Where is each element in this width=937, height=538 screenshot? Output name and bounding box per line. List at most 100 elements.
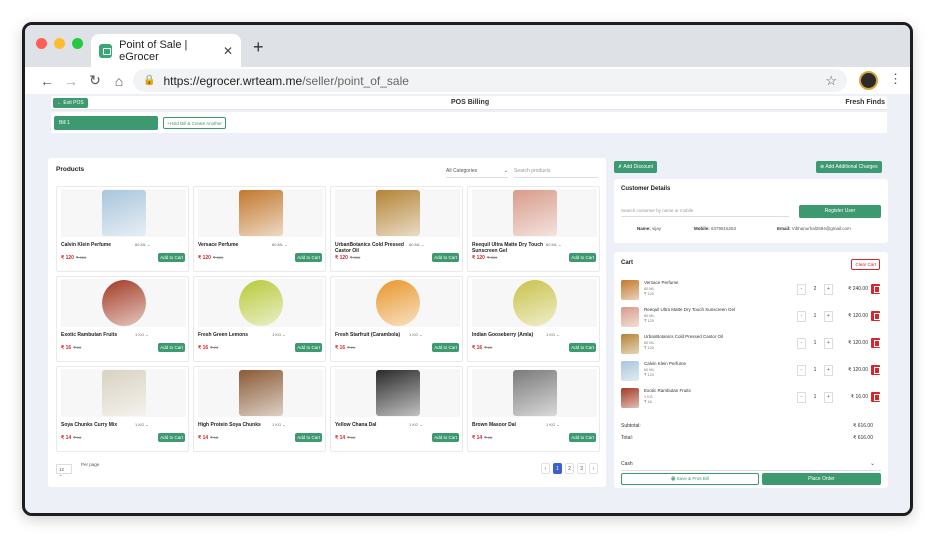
save-print-bill-button[interactable]: 🖶 Save & Print Bill: [621, 473, 759, 485]
product-card[interactable]: Indian Gooseberry (Amla) 1 KG ⌄ ₹ 16 ₹ 20 Ad…: [467, 276, 600, 362]
product-qty-select[interactable]: 1 KG ⌄: [546, 422, 560, 427]
kebab-menu-icon[interactable]: ⋮: [889, 71, 902, 87]
product-card[interactable]: Soya Chunks Curry Mix 1 KG ⌄ ₹ 14 ₹ 18 Add t…: [56, 366, 189, 452]
browser-tab[interactable]: Point of Sale | eGrocer ✕: [91, 34, 241, 67]
product-card[interactable]: Brown Masoor Dal 1 KG ⌄ ₹ 14 ₹ 18 Add to Car…: [467, 366, 600, 452]
trash-icon[interactable]: [871, 284, 880, 294]
product-name: Fresh Starfruit (Carambola): [335, 332, 401, 338]
page-button[interactable]: 3: [577, 463, 586, 474]
product-card[interactable]: Calvin Klein Perfume 60 ML ⌄ ₹ 120 ₹ 300 Add…: [56, 186, 189, 272]
product-card[interactable]: Reequil Ultra Matte Dry Touch Sunscreen …: [467, 186, 600, 272]
product-qty-select[interactable]: 1 KG ⌄: [272, 332, 286, 337]
product-card[interactable]: Fresh Green Lemons 1 KG ⌄ ₹ 16 ₹ 20 Add to C…: [193, 276, 326, 362]
product-qty-select[interactable]: 60 ML ⌄: [135, 242, 150, 247]
product-price: ₹ 14 ₹ 18: [61, 435, 81, 441]
decrease-qty-button[interactable]: -: [797, 284, 806, 295]
cart-item-quantity[interactable]: 1: [811, 340, 819, 346]
reload-icon[interactable]: ↻: [83, 72, 107, 89]
product-image: [198, 369, 323, 417]
cart-item-quantity[interactable]: 1: [811, 367, 819, 373]
product-price-value: ₹ 16: [335, 345, 346, 351]
bill-tab[interactable]: Bill 1: [54, 115, 158, 130]
decrease-qty-button[interactable]: -: [797, 338, 806, 349]
add-to-cart-button[interactable]: Add to Cart: [295, 433, 322, 442]
forward-arrow-icon[interactable]: →: [59, 73, 83, 89]
payment-method-select[interactable]: Cash ⌄: [621, 459, 881, 471]
product-qty-select[interactable]: 60 ML ⌄: [272, 242, 287, 247]
add-to-cart-button[interactable]: Add to Cart: [432, 343, 459, 352]
product-qty-select[interactable]: 1 KG ⌄: [135, 422, 149, 427]
product-card[interactable]: High Protein Soya Chunks 1 KG ⌄ ₹ 14 ₹ 18 Ad…: [193, 366, 326, 452]
hold-bill-button[interactable]: +Hold Bill & Create Another: [163, 116, 226, 129]
product-qty-select[interactable]: 1 KG ⌄: [135, 332, 149, 337]
tab-close-icon[interactable]: ✕: [223, 44, 233, 58]
clear-cart-button[interactable]: Clear Cart: [851, 259, 880, 270]
add-to-cart-button[interactable]: Add to Cart: [295, 253, 322, 262]
profile-avatar[interactable]: [859, 71, 878, 90]
increase-qty-button[interactable]: +: [824, 392, 833, 403]
add-to-cart-button[interactable]: Add to Cart: [158, 343, 185, 352]
add-to-cart-button[interactable]: Add to Cart: [569, 433, 596, 442]
page-button[interactable]: 2: [565, 463, 574, 474]
product-card[interactable]: Yellow Chana Dal 1 KG ⌄ ₹ 14 ₹ 18 Add to Car…: [330, 366, 463, 452]
add-to-cart-button[interactable]: Add to Cart: [295, 343, 322, 352]
address-bar[interactable]: 🔒 https://egrocer.wrteam.me/seller/point…: [133, 69, 847, 92]
cart-item-quantity[interactable]: 1: [811, 313, 819, 319]
product-search-input[interactable]: Search products: [514, 168, 598, 178]
add-discount-button[interactable]: ✗ Add Discount: [614, 161, 658, 173]
page-button[interactable]: ›: [589, 463, 598, 474]
add-to-cart-button[interactable]: Add to Cart: [158, 253, 185, 262]
product-card[interactable]: UrbanBotanics Cold Pressed Castor Oil 60 …: [330, 186, 463, 272]
product-qty-select[interactable]: 1 KG ⌄: [272, 422, 286, 427]
cart-item-quantity[interactable]: 2: [811, 286, 819, 292]
minimize-window-dot[interactable]: [54, 38, 65, 49]
chevron-down-icon: ⌄: [556, 242, 562, 247]
product-price: ₹ 16 ₹ 20: [198, 345, 218, 351]
product-card[interactable]: Exotic Rambutan Fruits 1 KG ⌄ ₹ 16 ₹ 20 Add …: [56, 276, 189, 362]
increase-qty-button[interactable]: +: [824, 311, 833, 322]
trash-icon[interactable]: [871, 311, 880, 321]
trash-icon[interactable]: [871, 338, 880, 348]
maximize-window-dot[interactable]: [72, 38, 83, 49]
product-qty-select[interactable]: 60 ML ⌄: [546, 242, 561, 247]
page-button[interactable]: 1: [553, 463, 562, 474]
product-qty-select[interactable]: 60 ML ⌄: [409, 242, 424, 247]
product-image: [198, 279, 323, 327]
add-to-cart-button[interactable]: Add to Cart: [158, 433, 185, 442]
product-picture: [101, 280, 146, 326]
decrease-qty-button[interactable]: -: [797, 392, 806, 403]
product-qty-select[interactable]: 1 KG ⌄: [409, 332, 423, 337]
category-select[interactable]: All Categories ⌄: [446, 168, 508, 178]
per-page-select[interactable]: 12 ⌄: [56, 464, 72, 477]
page-button[interactable]: ‹: [541, 463, 550, 474]
product-price-value: ₹ 14: [61, 435, 72, 441]
add-charges-button[interactable]: ⊕ Add Additional Charges: [816, 161, 882, 173]
register-user-button[interactable]: Register User: [799, 205, 881, 218]
new-tab-icon[interactable]: +: [253, 37, 264, 58]
trash-icon[interactable]: [871, 392, 880, 402]
product-qty-select[interactable]: 1 KG ⌄: [546, 332, 560, 337]
add-to-cart-button[interactable]: Add to Cart: [432, 433, 459, 442]
add-to-cart-button[interactable]: Add to Cart: [569, 343, 596, 352]
increase-qty-button[interactable]: +: [824, 365, 833, 376]
product-mrp: ₹ 20: [210, 345, 219, 350]
exit-pos-button[interactable]: ← Exit POS: [53, 97, 88, 108]
product-card[interactable]: Versace Perfume 60 ML ⌄ ₹ 120 ₹ 300 Add to C…: [193, 186, 326, 272]
decrease-qty-button[interactable]: -: [797, 365, 806, 376]
back-arrow-icon[interactable]: ←: [35, 73, 59, 89]
subtotal-label: Subtotal:: [621, 423, 641, 429]
close-window-dot[interactable]: [36, 38, 47, 49]
product-qty-select[interactable]: 1 KG ⌄: [409, 422, 423, 427]
add-to-cart-button[interactable]: Add to Cart: [432, 253, 459, 262]
customer-search-input[interactable]: Search customer by name or mobile: [621, 205, 789, 217]
place-order-button[interactable]: Place Order: [762, 473, 881, 485]
add-to-cart-button[interactable]: Add to Cart: [569, 253, 596, 262]
product-card[interactable]: Fresh Starfruit (Carambola) 1 KG ⌄ ₹ 16 ₹ 2…: [330, 276, 463, 362]
cart-item-quantity[interactable]: 1: [811, 394, 819, 400]
decrease-qty-button[interactable]: -: [797, 311, 806, 322]
home-icon[interactable]: ⌂: [107, 73, 131, 89]
increase-qty-button[interactable]: +: [824, 284, 833, 295]
trash-icon[interactable]: [871, 365, 880, 375]
increase-qty-button[interactable]: +: [824, 338, 833, 349]
star-icon[interactable]: ☆: [825, 73, 837, 89]
